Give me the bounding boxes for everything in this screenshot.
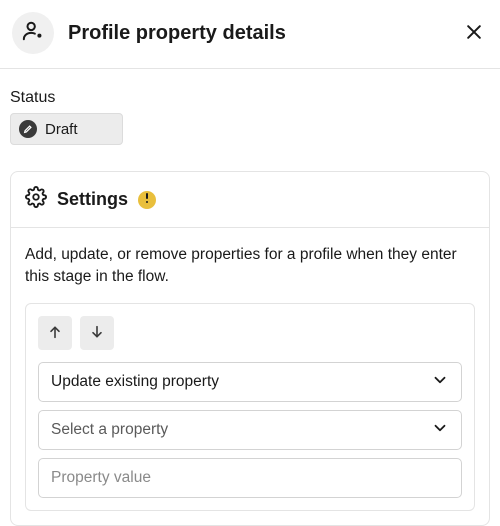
property-select-value: Select a property: [51, 421, 168, 439]
settings-card: Settings Add, update, or remove properti…: [10, 171, 490, 526]
gear-icon: [25, 186, 47, 213]
chevron-down-icon: [431, 371, 449, 394]
status-label: Status: [10, 89, 490, 107]
warning-badge: [138, 191, 156, 209]
property-value-input[interactable]: [38, 458, 462, 498]
action-select-value: Update existing property: [51, 373, 219, 391]
settings-description: Add, update, or remove properties for a …: [25, 244, 475, 287]
chevron-down-icon: [431, 419, 449, 442]
status-chip[interactable]: Draft: [10, 113, 123, 145]
property-config-box: Update existing property Select a proper…: [25, 303, 475, 511]
close-icon: [464, 22, 484, 45]
reorder-controls: [38, 316, 462, 350]
close-button[interactable]: [460, 19, 488, 47]
profile-icon-wrap: [12, 12, 54, 54]
settings-title: Settings: [57, 189, 128, 210]
profile-icon: [22, 20, 44, 47]
property-select[interactable]: Select a property: [38, 410, 462, 450]
move-down-button[interactable]: [80, 316, 114, 350]
draft-icon: [19, 120, 37, 138]
settings-card-body: Add, update, or remove properties for a …: [11, 228, 489, 525]
settings-card-header: Settings: [11, 172, 489, 228]
warning-icon: [145, 191, 149, 209]
arrow-down-icon: [89, 324, 105, 343]
panel-header: Profile property details: [0, 0, 500, 68]
panel-content: Status Draft Settings: [0, 69, 500, 526]
panel-title: Profile property details: [68, 22, 460, 45]
arrow-up-icon: [47, 324, 63, 343]
status-value: Draft: [45, 121, 78, 138]
action-select[interactable]: Update existing property: [38, 362, 462, 402]
move-up-button[interactable]: [38, 316, 72, 350]
